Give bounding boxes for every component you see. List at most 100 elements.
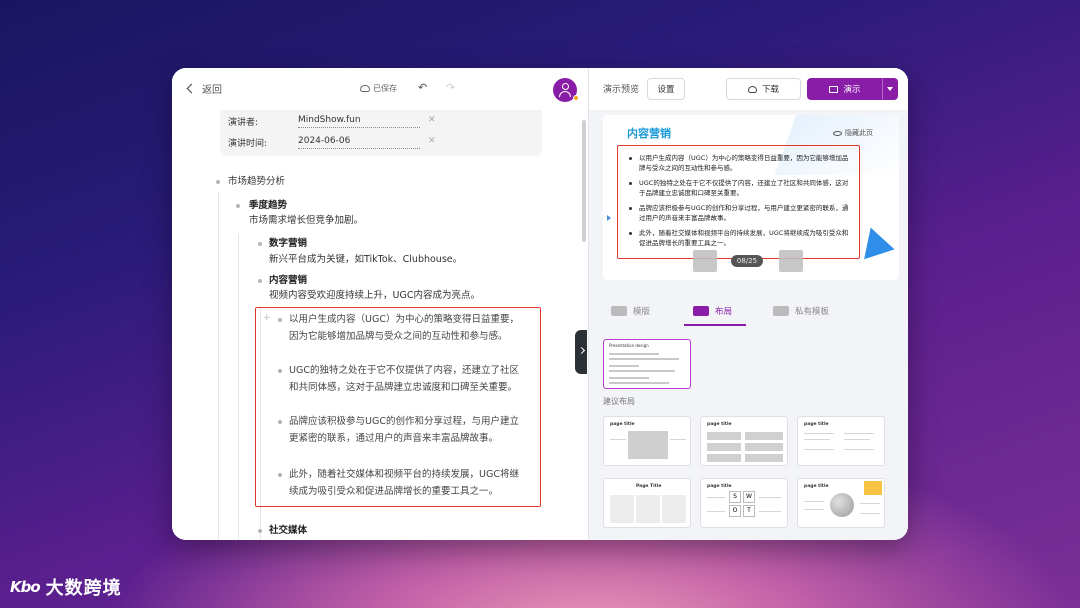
outline-paragraph[interactable]: 品牌应该积极参与UGC的创作和分享过程，与用户建立更紧密的联系，通过用户的声音来…: [289, 413, 519, 447]
thumbnail-graphic: [830, 493, 854, 517]
thumbnail-graphic: [745, 443, 783, 451]
download-label: 下载: [761, 85, 779, 95]
settings-button[interactable]: 设置: [647, 78, 685, 100]
cloud-icon: [360, 85, 370, 92]
slide-bullet-item: 此外，随着社交媒体和视频平台的持续发展，UGC将继续成为吸引受众和促进品牌增长的…: [629, 228, 851, 248]
outline-bullet: [216, 180, 220, 184]
user-icon: [561, 83, 569, 90]
outline-node-digital[interactable]: 数字营销: [269, 236, 307, 252]
thumbnail-line: [670, 439, 686, 441]
editor-toolbar: 返回 已保存 ↶ ↷: [172, 68, 586, 110]
template-tabs: 模版 布局 私有模板: [589, 302, 908, 326]
thumbnail-line: [804, 433, 834, 435]
add-node-icon[interactable]: +: [263, 313, 271, 323]
thumbnail-line: [610, 439, 626, 441]
thumbnail-graphic: [636, 495, 660, 523]
mini-text-line: [609, 370, 675, 372]
hide-page-button[interactable]: 隐藏此页: [833, 128, 873, 138]
outline-paragraph[interactable]: 此外，随着社交媒体和视频平台的持续发展，UGC将继续成为吸引受众和促进品牌增长的…: [289, 466, 519, 500]
outline-node-content-desc[interactable]: 视频内容受欢迎度持续上升，UGC内容成为亮点。: [269, 288, 480, 304]
layout-thumbnail[interactable]: page title: [797, 478, 885, 528]
outline-node-seasonal[interactable]: 季度趋势: [249, 198, 287, 214]
indent-guide: [238, 234, 239, 540]
save-status: 已保存: [360, 83, 397, 94]
slide-marker-icon: [607, 215, 611, 221]
thumbnail-line: [804, 439, 830, 441]
presenter-input[interactable]: MindShow.fun: [298, 115, 420, 128]
thumbnail-line: [759, 511, 781, 513]
thumbnail-graphic: [745, 454, 783, 462]
notification-dot: [573, 95, 579, 101]
save-status-label: 已保存: [373, 84, 397, 93]
mini-text-line: [609, 358, 679, 360]
user-icon-body: [559, 91, 571, 97]
layout-thumbnail[interactable]: page title: [603, 416, 691, 466]
back-button[interactable]: 返回: [186, 81, 222, 96]
mini-text-line: [609, 377, 649, 379]
prev-slide-button[interactable]: [693, 250, 717, 272]
layout-thumbnail[interactable]: page title S W O T: [700, 478, 788, 528]
outline-paragraph[interactable]: 以用户生成内容（UGC）为中心的策略变得日益重要，因为它能够增加品牌与受众之间的…: [289, 311, 519, 345]
slide-preview: 内容营销 隐藏此页 以用户生成内容（UGC）为中心的策略变得日益重要，因为它能够…: [603, 115, 899, 280]
swot-cell: W: [743, 491, 755, 503]
clear-icon[interactable]: ✕: [428, 136, 436, 149]
current-layout-thumbnail[interactable]: Presentation design: [603, 339, 691, 389]
collapse-panel-toggle[interactable]: [575, 330, 587, 374]
logo-mark: Kbo: [10, 578, 41, 596]
outline-paragraph[interactable]: UGC的独特之处在于它不仅提供了内容，还建立了社区和共同体感，这对于品牌建立忠诚…: [289, 362, 519, 396]
outline-node-seasonal-desc[interactable]: 市场需求增长但竞争加剧。: [249, 213, 363, 229]
present-label: 演示: [843, 85, 861, 95]
present-dropdown-button[interactable]: [882, 78, 898, 100]
slide-title: 内容营销: [627, 127, 671, 140]
tab-private-label: 私有模板: [795, 307, 830, 317]
presentation-meta: 演讲者: MindShow.fun ✕ 演讲时间: 2024-06-06 ✕: [220, 110, 542, 156]
tab-templates[interactable]: 模版: [611, 305, 650, 317]
outline-node-section[interactable]: 市场趋势分析: [228, 174, 285, 190]
thumbnail-line: [707, 497, 725, 499]
outline-node-digital-desc[interactable]: 新兴平台成为关键，如TikTok、Clubhouse。: [269, 252, 462, 268]
next-slide-button[interactable]: [779, 250, 803, 272]
template-icon: [611, 306, 627, 316]
active-tab-indicator: [684, 324, 746, 326]
outline-node-social[interactable]: 社交媒体: [269, 523, 307, 539]
outline-editor: 返回 已保存 ↶ ↷ 演讲者: MindShow.fun ✕ 演讲时间: 202…: [172, 68, 587, 540]
layout-thumbnail[interactable]: page title: [797, 416, 885, 466]
slide-triangle-decoration: [855, 222, 895, 260]
swot-cell: T: [743, 505, 755, 517]
thumbnail-line: [804, 449, 834, 451]
outline-bullet: [278, 369, 282, 373]
layout-thumbnail[interactable]: page title: [700, 416, 788, 466]
hide-page-label: 隐藏此页: [845, 129, 873, 137]
slide-bullet-item: 品牌应该积极参与UGC的创作和分享过程，与用户建立更紧密的联系，通过用户的声音来…: [629, 203, 851, 223]
layout-thumbnail[interactable]: Page Title: [603, 478, 691, 528]
thumbnail-graphic: [610, 495, 634, 523]
download-button[interactable]: 下载: [726, 78, 801, 100]
mini-text-line: [609, 382, 669, 384]
thumbnail-title: page title: [610, 422, 635, 427]
redo-icon[interactable]: ↷: [446, 81, 455, 94]
editor-scrollbar[interactable]: [582, 120, 586, 242]
outline-node-content[interactable]: 内容营销: [269, 273, 307, 289]
outline-bullet: [278, 420, 282, 424]
outline-bullet: [258, 279, 262, 283]
slide-bullet-item: 以用户生成内容（UGC）为中心的策略变得日益重要，因为它能够增加品牌与受众之间的…: [629, 153, 851, 173]
thumbnail-graphic: [745, 432, 783, 440]
user-template-icon: [773, 306, 789, 316]
mini-text-line: [609, 365, 639, 367]
user-avatar[interactable]: [553, 78, 579, 102]
thumbnail-title: page title: [804, 422, 829, 427]
present-button[interactable]: 演示: [807, 78, 883, 100]
mini-text-line: [609, 353, 659, 355]
outline-bullet: [236, 204, 240, 208]
undo-icon[interactable]: ↶: [418, 81, 427, 94]
tab-layout[interactable]: 布局: [693, 305, 732, 317]
thumbnail-line: [844, 449, 874, 451]
preview-panel: 演示预览 设置 下载 演示 内容营销 隐藏此页 以用户生成内容（UGC）为中心的…: [588, 68, 908, 540]
tab-private-templates[interactable]: 私有模板: [773, 305, 829, 317]
watermark-logo: Kbo 大数跨境: [10, 574, 122, 600]
eye-off-icon: [833, 130, 842, 136]
time-label: 演讲时间:: [228, 139, 268, 149]
clear-icon[interactable]: ✕: [428, 115, 436, 128]
page-indicator: 08/25: [731, 255, 763, 267]
time-input[interactable]: 2024-06-06: [298, 136, 420, 149]
